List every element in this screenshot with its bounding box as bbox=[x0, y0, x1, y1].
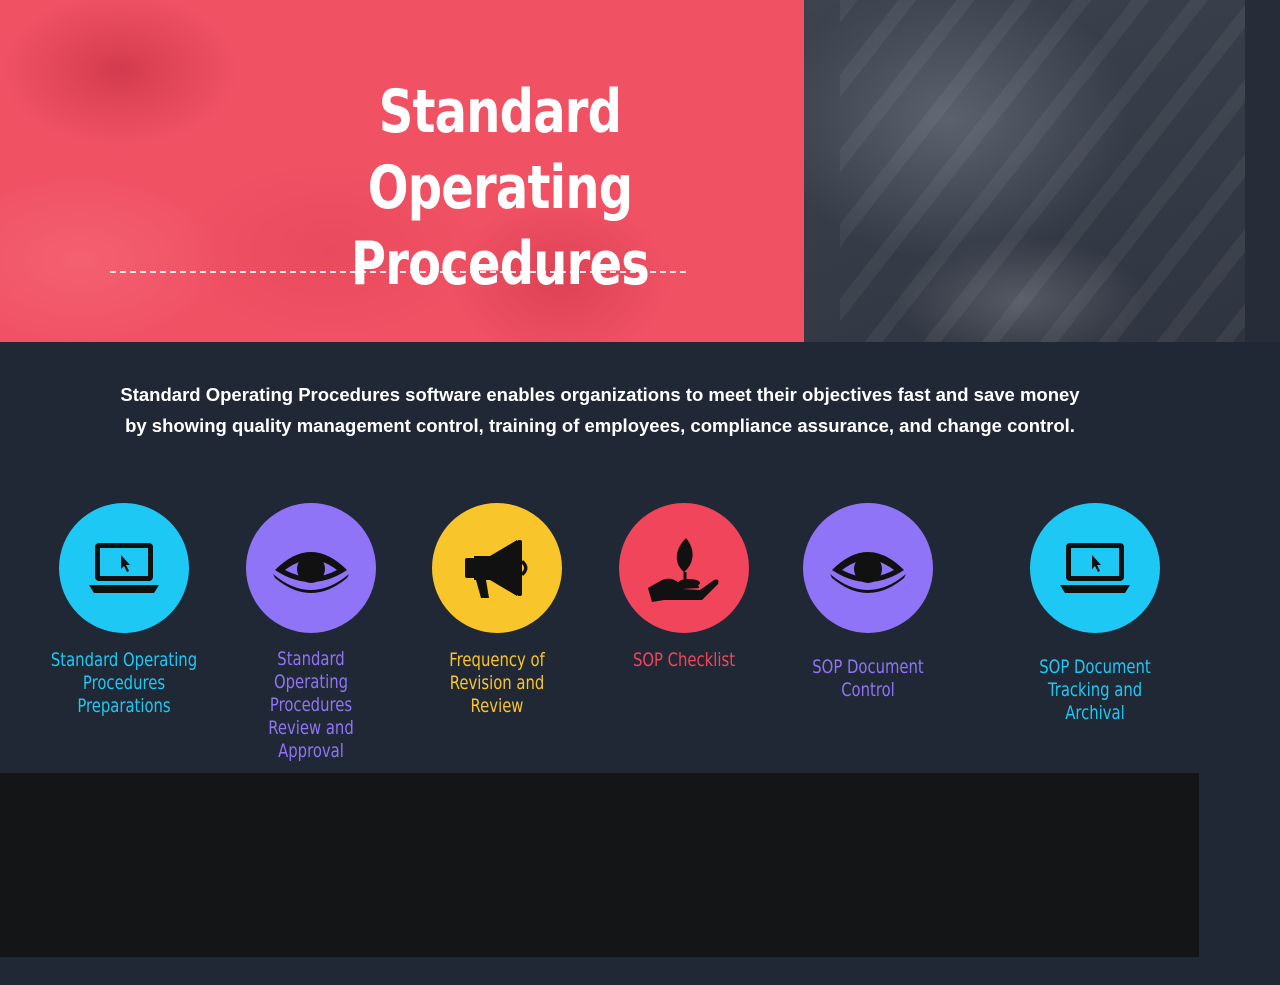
feature-label-line: Procedures bbox=[269, 694, 353, 716]
feature-label: Standard Operating Procedures Review and… bbox=[233, 648, 389, 763]
feature-label: SOP Checklist bbox=[606, 649, 762, 672]
feature-label-line: Revision and bbox=[449, 672, 545, 694]
feature-label: SOP Document Control bbox=[790, 656, 946, 702]
feature-label: Standard Operating Procedures Preparatio… bbox=[46, 649, 202, 718]
feature-label-line: Tracking and Archival bbox=[1047, 679, 1143, 724]
feature-icon-circle bbox=[803, 503, 933, 633]
eye-icon bbox=[830, 552, 906, 593]
feature-label-line: Frequency of bbox=[449, 649, 545, 671]
feature-icon-circle bbox=[59, 503, 189, 633]
feature-icon-circle bbox=[432, 503, 562, 633]
feature-icon-circle bbox=[246, 503, 376, 633]
feature-label-line: Review bbox=[470, 695, 524, 717]
feature-label: SOP Document Tracking and Archival bbox=[1017, 656, 1173, 725]
feature-label-line: SOP Document bbox=[1039, 656, 1151, 678]
feature-icon-circle bbox=[619, 503, 749, 633]
feature-icon-circle bbox=[1030, 503, 1160, 633]
feature-label-line: Standard bbox=[277, 648, 345, 670]
hand-plant-icon bbox=[648, 538, 719, 602]
laptop-icon bbox=[89, 543, 159, 593]
feature-list: Standard Operating Procedures Preparatio… bbox=[0, 0, 1280, 775]
megaphone-icon bbox=[465, 540, 528, 598]
laptop-icon bbox=[1060, 543, 1130, 593]
feature-label-line: Standard Operating bbox=[50, 649, 198, 671]
feature-label-line: Preparations bbox=[77, 695, 171, 717]
feature-label-line: SOP Checklist bbox=[632, 649, 736, 671]
feature-label-line: Review and bbox=[268, 717, 354, 739]
feature-label-line: SOP Document bbox=[812, 656, 924, 678]
feature-label-line: Approval bbox=[278, 740, 344, 762]
feature-label-line: Procedures bbox=[82, 672, 166, 694]
feature-label-line: Control bbox=[841, 679, 895, 701]
feature-label: Frequency of Revision and Review bbox=[419, 649, 575, 718]
feature-label-line: Operating bbox=[273, 671, 349, 693]
eye-icon bbox=[273, 552, 349, 593]
dark-content-band bbox=[0, 773, 1199, 957]
